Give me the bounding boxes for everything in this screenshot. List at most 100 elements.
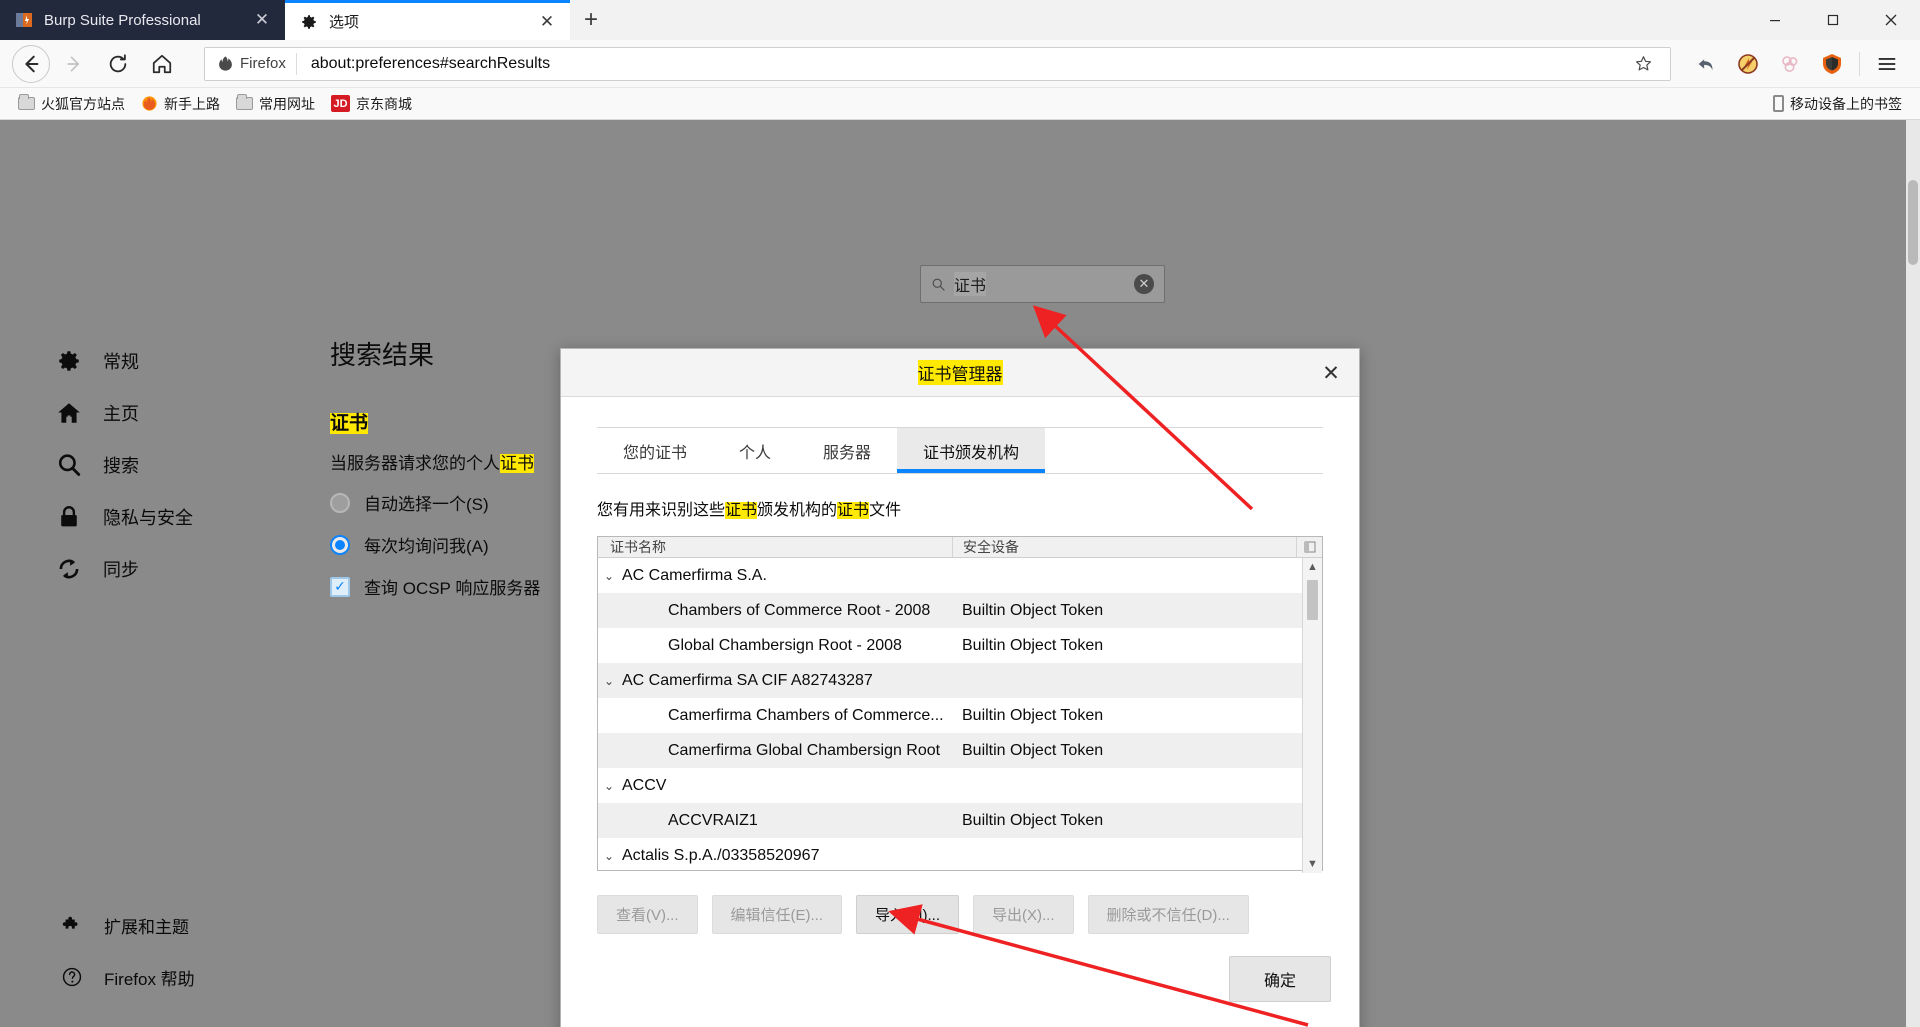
table-row[interactable]: Chambers of Commerce Root - 2008 Builtin… bbox=[598, 593, 1302, 628]
home-icon[interactable] bbox=[142, 44, 182, 84]
option-label: 每次均询问我(A) bbox=[364, 537, 489, 556]
table-row[interactable]: Camerfirma Global Chambersign Root Built… bbox=[598, 733, 1302, 768]
export-button[interactable]: 导出(X)... bbox=[973, 895, 1074, 934]
back-arrow-icon[interactable] bbox=[12, 44, 50, 83]
sidebar-item-extensions-themes[interactable]: 扩展和主题 bbox=[0, 899, 300, 951]
sidebar-item-label: 搜索 bbox=[103, 456, 139, 476]
table-row[interactable]: Global Chambersign Root - 2008 Builtin O… bbox=[598, 628, 1302, 663]
table-row[interactable]: ⌄ AC Camerfirma S.A. bbox=[598, 558, 1302, 593]
browser-tab-burp[interactable]: Burp Suite Professional ✕ bbox=[0, 0, 285, 40]
dialog-title: 证书管理器 bbox=[917, 360, 1003, 385]
tab-people[interactable]: 个人 bbox=[713, 428, 797, 473]
dialog-action-buttons: 查看(V)... 编辑信任(E)... 导入(M)... 导出(X)... 删除… bbox=[597, 895, 1323, 934]
column-header-name[interactable]: 证书名称 bbox=[598, 537, 953, 557]
gear-icon bbox=[55, 347, 83, 375]
tab-authorities[interactable]: 证书颁发机构 bbox=[897, 428, 1046, 473]
tab-close-icon[interactable]: ✕ bbox=[249, 7, 275, 33]
search-input[interactable]: 证书 bbox=[954, 272, 987, 296]
dialog-description: 您有用来识别这些证书颁发机构的证书文件 bbox=[597, 502, 902, 519]
scroll-up-icon[interactable]: ▲ bbox=[1307, 558, 1318, 576]
firefox-icon bbox=[141, 95, 158, 112]
close-icon[interactable]: ✕ bbox=[1315, 357, 1347, 389]
cookie-icon[interactable] bbox=[1769, 44, 1811, 84]
bookmark-item-1[interactable]: 新手上路 bbox=[133, 92, 228, 116]
chevron-down-icon[interactable]: ⌄ bbox=[598, 674, 622, 688]
scroll-down-icon[interactable]: ▼ bbox=[1307, 855, 1318, 873]
chevron-down-icon[interactable]: ⌄ bbox=[598, 849, 622, 863]
cert-device: Builtin Object Token bbox=[962, 811, 1104, 829]
bookmark-label: 新手上路 bbox=[164, 95, 220, 112]
forward-arrow-icon[interactable] bbox=[54, 44, 94, 84]
new-tab-button[interactable]: + bbox=[570, 0, 612, 40]
bookmarks-toolbar: 火狐官方站点 新手上路 常用网址 JD 京东商城 移动设备上的书签 bbox=[0, 88, 1920, 120]
cert-name: ACCVRAIZ1 bbox=[668, 811, 758, 829]
bookmark-mobile-folder[interactable]: 移动设备上的书签 bbox=[1765, 92, 1910, 116]
menu-icon[interactable] bbox=[1866, 44, 1908, 84]
search-icon bbox=[55, 451, 83, 479]
reload-icon[interactable] bbox=[98, 44, 138, 84]
import-button[interactable]: 导入(M)... bbox=[856, 895, 959, 934]
cert-device: Builtin Object Token bbox=[962, 741, 1104, 759]
dialog-tab-underline bbox=[597, 473, 1323, 474]
close-window-button[interactable] bbox=[1862, 0, 1920, 40]
tab-title: Burp Suite Professional bbox=[44, 11, 201, 29]
page-scrollbar-thumb[interactable] bbox=[1908, 180, 1918, 265]
option-label: 查询 OCSP 响应服务器 bbox=[364, 579, 541, 598]
radio-auto-select[interactable] bbox=[330, 492, 350, 513]
chevron-down-icon[interactable]: ⌄ bbox=[598, 779, 622, 793]
bookmark-item-0[interactable]: 火狐官方站点 bbox=[10, 92, 133, 116]
column-header-device[interactable]: 安全设备 bbox=[953, 537, 1296, 557]
star-icon[interactable] bbox=[1634, 54, 1664, 73]
browser-tab-options[interactable]: 选项 ✕ bbox=[285, 0, 570, 40]
window-controls bbox=[1746, 0, 1920, 40]
sidebar-item-firefox-help[interactable]: Firefox 帮助 bbox=[0, 951, 300, 1003]
scrollbar-thumb[interactable] bbox=[1307, 580, 1318, 620]
sidebar-item-label: 常规 bbox=[103, 352, 139, 372]
page-scrollbar[interactable] bbox=[1906, 120, 1920, 1027]
identity-box[interactable]: Firefox bbox=[211, 52, 297, 75]
url-bar[interactable]: Firefox about:preferences#searchResults bbox=[204, 46, 1671, 81]
tab-close-icon[interactable]: ✕ bbox=[534, 9, 560, 35]
delete-or-distrust-button[interactable]: 删除或不信任(D)... bbox=[1087, 895, 1249, 934]
edit-trust-button[interactable]: 编辑信任(E)... bbox=[711, 895, 842, 934]
sidebar-item-privacy-security[interactable]: 隐私与安全 bbox=[0, 491, 300, 543]
url-text[interactable]: about:preferences#searchResults bbox=[297, 55, 1634, 73]
ok-button[interactable]: 确定 bbox=[1228, 956, 1331, 1002]
table-row[interactable]: ⌄ ACCV bbox=[598, 768, 1302, 803]
cert-name: AC Camerfirma S.A. bbox=[622, 566, 767, 584]
list-header-row: 证书名称 安全设备 bbox=[598, 537, 1322, 558]
bookmark-label: 京东商城 bbox=[356, 95, 412, 112]
cert-name: Global Chambersign Root - 2008 bbox=[668, 636, 902, 654]
view-button[interactable]: 查看(V)... bbox=[597, 895, 698, 934]
checkbox-query-ocsp[interactable]: ✓ bbox=[330, 576, 350, 597]
table-row[interactable]: ACCVRAIZ1 Builtin Object Token bbox=[598, 803, 1302, 838]
no-script-icon[interactable] bbox=[1727, 44, 1769, 84]
bookmark-label: 常用网址 bbox=[259, 95, 315, 112]
tab-your-certificates[interactable]: 您的证书 bbox=[597, 428, 713, 473]
sidebar-item-search[interactable]: 搜索 bbox=[0, 439, 300, 491]
sidebar-item-sync[interactable]: 同步 bbox=[0, 543, 300, 595]
sidebar-item-general[interactable]: 常规 bbox=[0, 335, 300, 387]
list-scrollbar[interactable]: ▲ ▼ bbox=[1302, 558, 1322, 873]
table-row[interactable]: Camerfirma Chambers of Commerce... Built… bbox=[598, 698, 1302, 733]
undo-icon[interactable] bbox=[1685, 44, 1727, 84]
column-options-icon[interactable] bbox=[1296, 537, 1322, 557]
tab-servers[interactable]: 服务器 bbox=[797, 428, 897, 473]
table-row[interactable]: ⌄ Actalis S.p.A./03358520967 bbox=[598, 838, 1302, 873]
table-row[interactable]: ⌄ AC Camerfirma SA CIF A82743287 bbox=[598, 663, 1302, 698]
bookmark-item-3[interactable]: JD 京东商城 bbox=[323, 92, 420, 116]
bookmark-item-2[interactable]: 常用网址 bbox=[228, 92, 323, 116]
minimize-button[interactable] bbox=[1746, 0, 1804, 40]
title-bar: Burp Suite Professional ✕ 选项 ✕ + bbox=[0, 0, 1920, 40]
sidebar-item-home[interactable]: 主页 bbox=[0, 387, 300, 439]
chevron-down-icon[interactable]: ⌄ bbox=[598, 569, 622, 583]
radio-ask-every-time[interactable] bbox=[330, 534, 350, 555]
preferences-search-box[interactable]: 证书 ✕ bbox=[920, 265, 1165, 303]
toolbar-separator bbox=[1859, 51, 1860, 76]
identity-label: Firefox bbox=[240, 55, 286, 72]
maximize-button[interactable] bbox=[1804, 0, 1862, 40]
clear-icon[interactable]: ✕ bbox=[1134, 274, 1154, 294]
cert-name: Camerfirma Global Chambersign Root bbox=[668, 741, 941, 759]
shield-icon[interactable] bbox=[1811, 44, 1853, 84]
certificate-list[interactable]: 证书名称 安全设备 ⌄ AC Camerfirma S.A. Chambers … bbox=[597, 536, 1323, 873]
